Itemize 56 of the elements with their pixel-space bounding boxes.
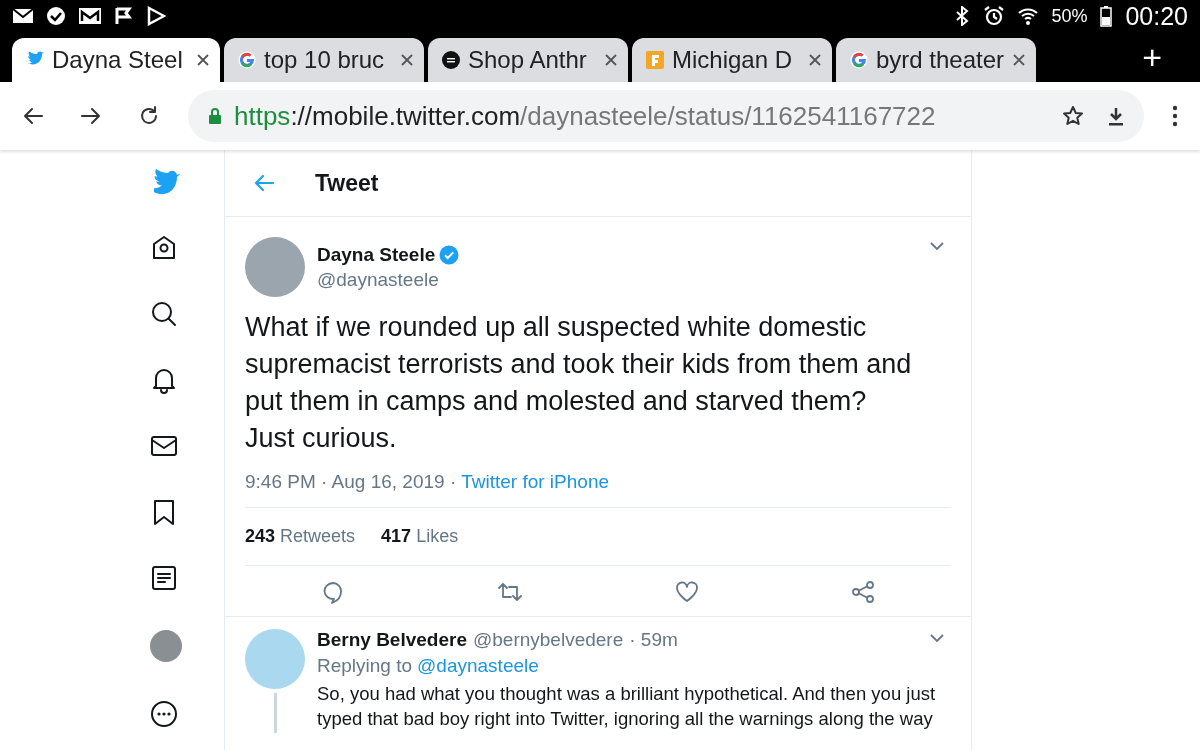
avatar[interactable] xyxy=(150,630,182,662)
close-icon[interactable] xyxy=(808,53,822,67)
caret-icon[interactable] xyxy=(929,633,945,643)
tweet-time: 9:46 PM · Aug 16, 2019 · xyxy=(245,471,458,492)
alarm-icon xyxy=(983,5,1006,27)
close-icon[interactable] xyxy=(604,53,618,67)
clock: 00:20 xyxy=(1125,1,1188,31)
search-icon[interactable] xyxy=(150,300,178,328)
address-bar[interactable]: https://mobile.twitter.com/daynasteele/status/1162541167722 xyxy=(188,90,1144,142)
new-tab-button[interactable]: + xyxy=(1142,40,1162,74)
more-icon[interactable] xyxy=(1172,105,1178,127)
home-icon[interactable] xyxy=(150,234,178,262)
comment-icon[interactable] xyxy=(321,580,345,604)
reload-icon[interactable] xyxy=(138,105,160,127)
mail-icon xyxy=(12,6,34,26)
author-handle[interactable]: @daynasteele xyxy=(317,268,917,291)
g-logo-icon xyxy=(850,51,868,69)
round-logo-icon xyxy=(442,51,460,69)
caret-icon[interactable] xyxy=(929,241,945,251)
play-icon xyxy=(146,6,166,26)
browser-tab[interactable]: byrd theater xyxy=(836,38,1036,82)
g-logo-icon xyxy=(238,51,256,69)
mail-icon xyxy=(78,6,102,26)
more-icon[interactable] xyxy=(150,700,178,728)
wifi-icon xyxy=(1017,5,1040,27)
forward-icon[interactable] xyxy=(80,105,102,127)
stat-link[interactable]: 417 Likes xyxy=(381,526,459,547)
battery-icon xyxy=(1099,5,1114,27)
f-logo-icon xyxy=(646,51,664,69)
list-icon[interactable] xyxy=(150,564,178,592)
close-icon[interactable] xyxy=(196,53,210,67)
bell-icon[interactable] xyxy=(150,366,178,394)
author-name[interactable]: Dayna Steele xyxy=(317,243,436,266)
heart-icon[interactable] xyxy=(675,580,699,604)
stat-link[interactable]: 243 Retweets xyxy=(245,526,356,547)
browser-tab[interactable]: Shop Anthr xyxy=(428,38,628,82)
browser-tab[interactable]: Michigan D xyxy=(632,38,832,82)
battery-level: 50% xyxy=(1051,5,1088,27)
author-handle[interactable]: @bernybelvedere xyxy=(472,629,624,651)
close-icon[interactable] xyxy=(400,53,414,67)
browser-tab[interactable]: top 10 bruc xyxy=(224,38,424,82)
browser-tab[interactable]: Dayna Steel xyxy=(12,38,220,82)
close-icon[interactable] xyxy=(1012,53,1027,67)
reply-age: · 59m xyxy=(629,629,678,651)
back-icon[interactable] xyxy=(22,105,44,127)
replying-to-label: Replying to xyxy=(317,655,413,677)
page-title: Tweet xyxy=(315,169,379,197)
download-icon[interactable] xyxy=(1106,106,1126,126)
reply-text: So, you had what you thought was a brilliant hypothetical. And then you just typed that bad boy right into Twitter, ignoring all the warnings along the way xyxy=(317,682,937,731)
retweet-icon[interactable] xyxy=(497,580,523,604)
lock-icon xyxy=(208,107,222,125)
author-name[interactable]: Berny Belvedere xyxy=(317,629,467,651)
tweet-text: What if we rounded up all suspected white domestic supremacist terrorists and took their kids from them and put them in camps and molested and starved them? Just curious. xyxy=(245,311,913,455)
share-icon[interactable] xyxy=(851,580,875,604)
star-icon[interactable] xyxy=(1062,105,1084,127)
thread-line xyxy=(273,693,277,733)
